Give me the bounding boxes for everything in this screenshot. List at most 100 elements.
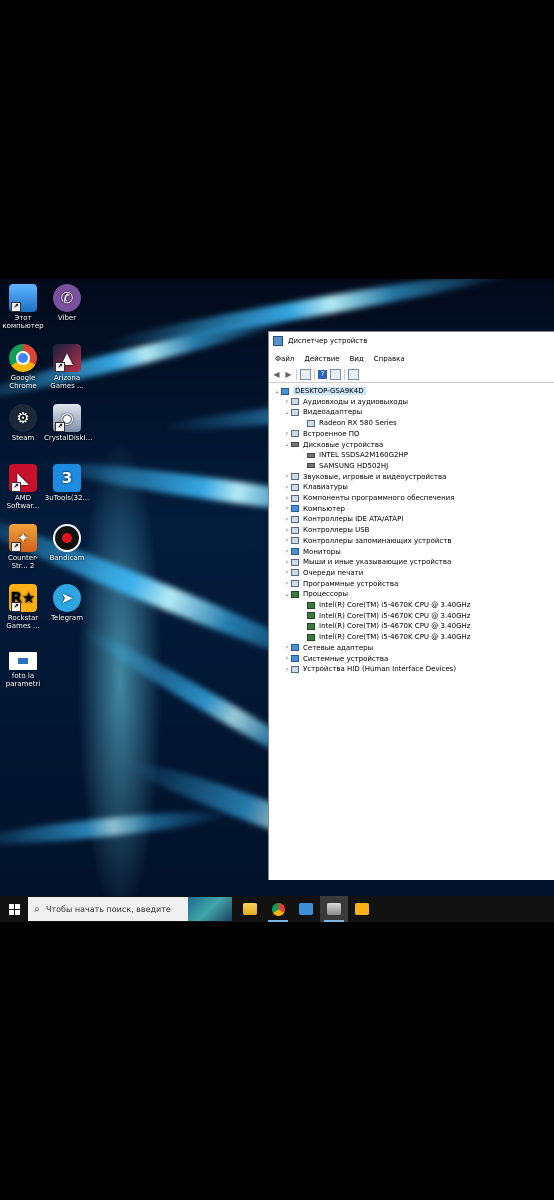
tree-device[interactable]: Intel(R) Core(TM) i5-4670K CPU @ 3.40GHz — [299, 632, 470, 642]
forward-arrow-icon[interactable]: ▶ — [284, 370, 293, 379]
chevron-right-icon[interactable]: › — [283, 666, 291, 673]
tree-category[interactable]: › Мыши и иные указывающие устройства — [283, 557, 452, 567]
viber-icon: ✆ — [53, 284, 81, 312]
chevron-right-icon[interactable]: › — [283, 398, 291, 405]
device-manager-window: Диспетчер устройств Файл Действие Вид Сп… — [268, 331, 554, 880]
desktop-icon-label: foto la parametri — [5, 672, 41, 688]
chevron-right-icon[interactable]: › — [283, 569, 291, 576]
tree-category[interactable]: ⌄ Дисковые устройства — [283, 440, 383, 450]
running-indicator — [268, 920, 288, 922]
desktop-icon-bandicam[interactable]: Bandicam — [44, 524, 90, 562]
desktop-icon-crystaldisk[interactable]: ◉ ↗ CrystalDiskI... — [44, 404, 92, 442]
chevron-right-icon[interactable]: › — [283, 644, 291, 651]
help-icon[interactable]: ? — [318, 369, 327, 379]
chevron-right-icon[interactable]: › — [283, 495, 291, 502]
desktop-icon-chrome[interactable]: Google Chrome — [0, 344, 46, 390]
chevron-right-icon[interactable]: › — [283, 580, 291, 587]
start-button[interactable] — [0, 896, 28, 922]
mouse-icon — [291, 558, 299, 566]
desktop-icon-viber[interactable]: ✆ Viber — [44, 284, 90, 322]
tree-category[interactable]: ⌄ Процессоры — [283, 589, 348, 599]
view-icon[interactable] — [330, 368, 341, 380]
desktop-icon-foto[interactable]: foto la parametri — [0, 652, 46, 688]
storage-icon — [291, 537, 299, 545]
tree-category[interactable]: › Программные устройства — [283, 579, 399, 589]
tree-device[interactable]: Intel(R) Core(TM) i5-4670K CPU @ 3.40GHz — [299, 621, 470, 631]
tree-category[interactable]: › Мониторы — [283, 547, 341, 557]
taskbar: ⌕ Чтобы начать поиск, введите — [0, 896, 554, 922]
window-titlebar[interactable]: Диспетчер устройств — [269, 332, 554, 350]
tree-category[interactable]: › Звуковые, игровые и видеоустройства — [283, 472, 447, 482]
tree-device[interactable]: INTEL SSDSA2M160G2HP — [299, 450, 408, 460]
chevron-down-icon[interactable]: ⌄ — [283, 591, 291, 598]
desktop-icon-steam[interactable]: ⚙ Steam — [0, 404, 46, 442]
rockstar-icon: R★ ↗ — [9, 584, 37, 612]
monitor-scan-icon[interactable] — [348, 368, 359, 380]
taskbar-search[interactable]: ⌕ Чтобы начать поиск, введите — [28, 897, 232, 921]
toolbar-separator — [314, 368, 315, 380]
desktop-icon-rockstar[interactable]: R★ ↗ Rockstar Games ... — [0, 584, 46, 630]
tree-category[interactable]: › Системные устройства — [283, 654, 388, 664]
desktop-icon-label: Steam — [11, 434, 35, 442]
properties-icon[interactable] — [300, 368, 311, 380]
tree-category[interactable]: › Компьютер — [283, 504, 345, 514]
taskbar-rockstar[interactable] — [348, 896, 376, 922]
desktop-icon-amd[interactable]: ◣ ↗ AMD Softwar... — [0, 464, 46, 510]
tree-category[interactable]: › Контроллеры запоминающих устройств — [283, 536, 452, 546]
tree-item-label: Мониторы — [303, 547, 341, 556]
desktop-icon-counter-strike[interactable]: ✦ ↗ Counter-Str... 2 — [0, 524, 46, 570]
desktop-icon-label: 3uTools(32... — [44, 494, 90, 502]
menu-view[interactable]: Вид — [350, 355, 364, 363]
chevron-down-icon[interactable]: ⌄ — [283, 409, 291, 416]
tree-category[interactable]: › Контроллеры USB — [283, 525, 370, 535]
tree-category[interactable]: › Встроенное ПО — [283, 429, 360, 439]
menu-file[interactable]: Файл — [275, 355, 294, 363]
tree-category[interactable]: › Аудиовходы и аудиовыходы — [283, 397, 408, 407]
chevron-right-icon[interactable]: › — [283, 430, 291, 437]
menu-help[interactable]: Справка — [374, 355, 405, 363]
tree-item-label: Контроллеры USB — [303, 526, 370, 535]
tree-category[interactable]: › Устройства HID (Human Interface Devices… — [283, 664, 456, 674]
desktop-icon-arizona[interactable]: ▲ ↗ Arizona Games ... — [44, 344, 90, 390]
tree-category[interactable]: › Контроллеры IDE ATA/ATAPI — [283, 514, 404, 524]
menubar: Файл Действие Вид Справка — [269, 352, 554, 366]
desktop-icon-this-pc[interactable]: ↗ Этот компьютер — [0, 284, 46, 330]
chevron-right-icon[interactable]: › — [283, 516, 291, 523]
chevron-right-icon[interactable]: › — [283, 655, 291, 662]
tree-item-label: Intel(R) Core(TM) i5-4670K CPU @ 3.40GHz — [319, 611, 471, 620]
disk-icon — [291, 442, 299, 447]
chevron-right-icon[interactable]: › — [283, 559, 291, 566]
tree-item-label: Intel(R) Core(TM) i5-4670K CPU @ 3.40GHz — [319, 601, 471, 609]
tree-category[interactable]: ⌄ Видеоадаптеры — [283, 407, 362, 417]
chevron-down-icon[interactable]: ⌄ — [273, 388, 281, 395]
tree-category[interactable]: › Очереди печати — [283, 568, 363, 578]
tree-category[interactable]: › Клавиатуры — [283, 482, 348, 492]
tree-device[interactable]: Radeon RX 580 Series — [299, 418, 397, 428]
chevron-right-icon[interactable]: › — [283, 484, 291, 491]
chevron-right-icon[interactable]: › — [283, 505, 291, 512]
tree-device[interactable]: SAMSUNG HD502HJ — [299, 461, 388, 471]
taskbar-device-manager[interactable] — [320, 896, 348, 922]
taskbar-mail[interactable] — [292, 896, 320, 922]
tree-device[interactable]: Intel(R) Core(TM) i5-4670K CPU @ 3.40GHz — [299, 600, 470, 610]
tree-category[interactable]: › Компоненты программного обеспечения — [283, 493, 455, 503]
taskbar-file-explorer[interactable] — [236, 896, 264, 922]
steam-icon: ⚙ — [9, 404, 37, 432]
ide-icon — [291, 515, 299, 523]
chevron-right-icon[interactable]: › — [283, 537, 291, 544]
tree-category[interactable]: › Сетевые адаптеры — [283, 643, 373, 653]
back-arrow-icon[interactable]: ◀ — [272, 370, 281, 379]
tree-item-label: Системные устройства — [303, 654, 389, 663]
chevron-right-icon[interactable]: › — [283, 548, 291, 555]
arizona-games-icon: ▲ ↗ — [53, 344, 81, 372]
desktop-icon-3utools[interactable]: 3 3uTools(32... — [44, 464, 90, 502]
taskbar-chrome[interactable] — [264, 896, 292, 922]
menu-action[interactable]: Действие — [304, 355, 339, 363]
tree-device[interactable]: Intel(R) Core(TM) i5-4670K CPU @ 3.40GHz — [299, 611, 470, 621]
desktop-icon-telegram[interactable]: ➤ Telegram — [44, 584, 90, 622]
tree-item-label: Intel(R) Core(TM) i5-4670K CPU @ 3.40GHz — [319, 622, 471, 631]
chevron-down-icon[interactable]: ⌄ — [283, 441, 291, 448]
chevron-right-icon[interactable]: › — [283, 527, 291, 534]
tree-root[interactable]: ⌄ DESKTOP-GSA9K4D — [273, 386, 366, 396]
chevron-right-icon[interactable]: › — [283, 473, 291, 480]
